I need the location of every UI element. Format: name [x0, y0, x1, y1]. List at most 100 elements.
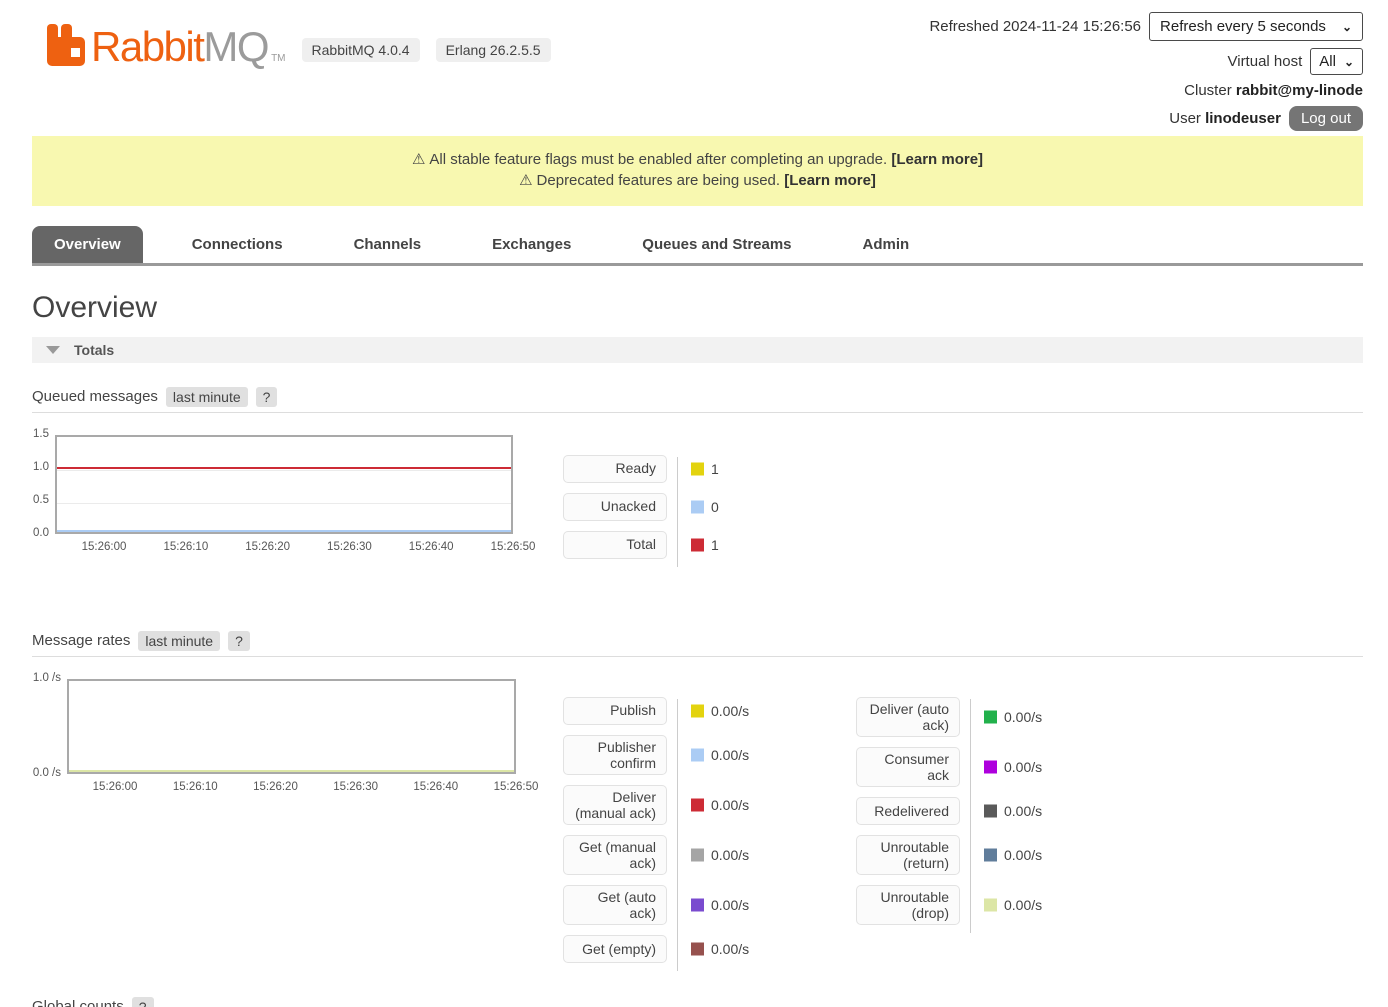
tab-admin[interactable]: Admin — [841, 226, 932, 263]
virtual-host-label: Virtual host — [1228, 53, 1303, 70]
logo-tm: TM — [271, 53, 285, 64]
legend-label-get-auto-ack-[interactable]: Get (auto ack) — [563, 885, 667, 925]
x-axis-tick-label: 15:26:20 — [245, 541, 290, 553]
chart-plot-area — [67, 679, 516, 774]
queued-period-badge[interactable]: last minute — [166, 387, 248, 407]
message-rates-legend-left: Publish0.00/sPublisher confirm0.00/sDeli… — [563, 697, 667, 974]
x-axis-tick-label: 15:26:30 — [327, 541, 372, 553]
x-axis-tick-label: 15:26:50 — [494, 781, 539, 793]
queued-messages-title: Queued messages — [32, 388, 158, 405]
legend-label-publish[interactable]: Publish — [563, 697, 667, 725]
refreshed-timestamp: Refreshed 2024-11-24 15:26:56 — [929, 18, 1141, 35]
legend-divider — [970, 699, 971, 934]
chart-gridline — [57, 503, 511, 504]
y-axis-tick-label: 0.0 /s — [23, 767, 61, 779]
x-axis-tick-label: 15:26:40 — [409, 541, 454, 553]
warning-icon: ⚠ — [519, 172, 532, 189]
rabbitmq-logo-icon — [45, 22, 87, 68]
tab-exchanges[interactable]: Exchanges — [470, 226, 593, 263]
legend-label-total[interactable]: Total — [563, 531, 667, 559]
legend-label-deliver-manual-ack-[interactable]: Deliver (manual ack) — [563, 785, 667, 825]
chevron-down-icon: ⌄ — [1344, 55, 1354, 69]
x-axis-tick-label: 15:26:30 — [333, 781, 378, 793]
x-axis-tick-label: 15:26:40 — [413, 781, 458, 793]
legend-label-ready[interactable]: Ready — [563, 455, 667, 483]
legend-value: 1 — [711, 461, 719, 477]
header: RabbitMQ TM RabbitMQ 4.0.4 Erlang 26.2.5… — [32, 0, 1363, 136]
refresh-interval-select[interactable]: Refresh every 5 seconds ⌄ — [1149, 12, 1363, 41]
legend-color-swatch — [691, 748, 704, 761]
cluster-name: rabbit@my-linode — [1236, 82, 1363, 99]
legend-row: Publisher confirm0.00/s — [563, 735, 667, 775]
queued-help-icon[interactable]: ? — [256, 387, 278, 407]
legend-label-get-manual-ack-[interactable]: Get (manual ack) — [563, 835, 667, 875]
virtual-host-select[interactable]: All ⌄ — [1310, 48, 1363, 75]
learn-more-link[interactable]: [Learn more] — [891, 151, 983, 168]
user-line: User linodeuser — [1169, 110, 1281, 127]
learn-more-link[interactable]: [Learn more] — [784, 172, 876, 189]
legend-value: 0.00/s — [1004, 803, 1042, 819]
legend-row: Unroutable (return)0.00/s — [856, 835, 960, 875]
message-rates-header: Message rates last minute ? — [32, 631, 1363, 657]
legend-color-swatch — [691, 704, 704, 717]
rates-help-icon[interactable]: ? — [228, 631, 250, 651]
totals-section-toggle[interactable]: Totals — [32, 337, 1363, 363]
legend-row: Unroutable (drop)0.00/s — [856, 885, 960, 925]
message-rates-section: 1.0 /s0.0 /s15:26:0015:26:1015:26:2015:2… — [32, 679, 1363, 987]
legend-label-redelivered[interactable]: Redelivered — [856, 797, 960, 825]
tab-overview[interactable]: Overview — [32, 226, 143, 263]
message-rates-title: Message rates — [32, 632, 130, 649]
logo[interactable]: RabbitMQ TM RabbitMQ 4.0.4 Erlang 26.2.5… — [45, 22, 551, 68]
legend-value: 1 — [711, 537, 719, 553]
chevron-down-icon: ⌄ — [1342, 20, 1352, 34]
rabbitmq-version-badge: RabbitMQ 4.0.4 — [302, 38, 420, 62]
legend-label-publisher-confirm[interactable]: Publisher confirm — [563, 735, 667, 775]
tab-connections[interactable]: Connections — [170, 226, 305, 263]
x-axis-tick-label: 15:26:00 — [93, 781, 138, 793]
legend-label-unroutable-drop-[interactable]: Unroutable (drop) — [856, 885, 960, 925]
queued-messages-section: 1.51.00.50.015:26:0015:26:1015:26:2015:2… — [32, 435, 1363, 607]
legend-row: Get (empty)0.00/s — [563, 935, 667, 963]
logo-wordmark: RabbitMQ — [91, 26, 268, 68]
legend-color-swatch — [984, 804, 997, 817]
global-counts-help-icon[interactable]: ? — [132, 997, 154, 1007]
legend-row: Deliver (manual ack)0.00/s — [563, 785, 667, 825]
chart-plot-area — [55, 435, 513, 534]
legend-color-swatch — [984, 760, 997, 773]
user-name: linodeuser — [1205, 110, 1281, 127]
tab-queues-and-streams[interactable]: Queues and Streams — [620, 226, 813, 263]
legend-value: 0.00/s — [711, 847, 749, 863]
tab-channels[interactable]: Channels — [332, 226, 444, 263]
y-axis-tick-label: 1.0 /s — [23, 672, 61, 684]
collapse-arrow-icon — [46, 346, 60, 354]
rates-period-badge[interactable]: last minute — [138, 631, 220, 651]
legend-label-get-empty-[interactable]: Get (empty) — [563, 935, 667, 963]
queued-messages-header: Queued messages last minute ? — [32, 387, 1363, 413]
legend-label-consumer-ack[interactable]: Consumer ack — [856, 747, 960, 787]
legend-label-unroutable-return-[interactable]: Unroutable (return) — [856, 835, 960, 875]
legend-value: 0 — [711, 499, 719, 515]
legend-value: 0.00/s — [1004, 759, 1042, 775]
legend-value: 0.00/s — [1004, 897, 1042, 913]
y-axis-tick-label: 0.0 — [19, 527, 49, 539]
legend-value: 0.00/s — [1004, 709, 1042, 725]
legend-row: Ready1 — [563, 455, 667, 483]
chart-series-line — [57, 530, 511, 532]
warning-message: ⚠All stable feature flags must be enable… — [42, 151, 1353, 170]
global-counts-title: Global counts — [32, 998, 124, 1007]
legend-color-swatch — [691, 798, 704, 811]
logout-button[interactable]: Log out — [1289, 106, 1363, 131]
warning-message: ⚠ Deprecated features are being used. [Le… — [42, 172, 1353, 191]
legend-label-deliver-auto-ack-[interactable]: Deliver (auto ack) — [856, 697, 960, 737]
legend-label-unacked[interactable]: Unacked — [563, 493, 667, 521]
legend-value: 0.00/s — [1004, 847, 1042, 863]
x-axis-tick-label: 15:26:10 — [173, 781, 218, 793]
legend-value: 0.00/s — [711, 703, 749, 719]
warning-text: Deprecated features are being used. — [537, 172, 785, 189]
legend-value: 0.00/s — [711, 797, 749, 813]
virtual-host-value: All — [1319, 53, 1336, 70]
legend-row: Deliver (auto ack)0.00/s — [856, 697, 960, 737]
legend-divider — [677, 457, 678, 567]
legend-color-swatch — [691, 848, 704, 861]
legend-value: 0.00/s — [711, 747, 749, 763]
